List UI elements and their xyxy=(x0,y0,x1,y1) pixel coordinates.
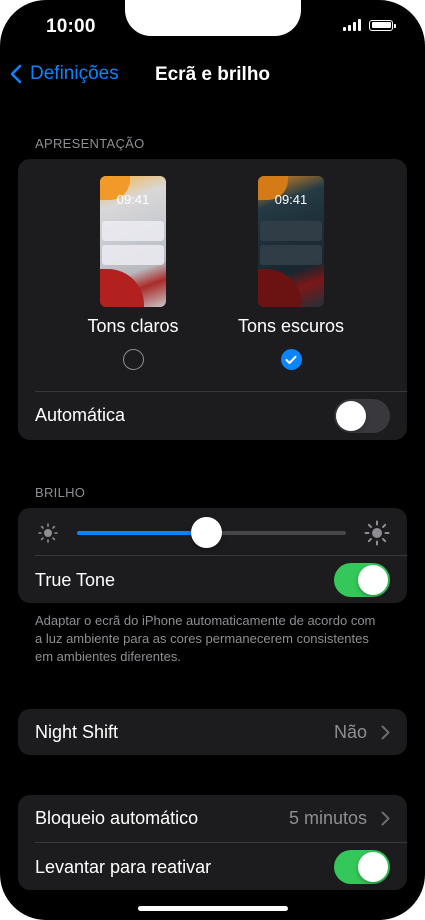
preview-clock: 09:41 xyxy=(116,192,150,207)
sun-small-icon xyxy=(38,523,58,543)
light-mode-radio[interactable] xyxy=(122,349,144,370)
preview-clock: 09:41 xyxy=(274,192,308,207)
auto-lock-row[interactable]: Bloqueio automático 5 minutos xyxy=(18,795,407,842)
dark-mode-label: Tons escuros xyxy=(237,316,345,336)
true-tone-toggle[interactable] xyxy=(334,563,390,597)
separator xyxy=(35,842,407,843)
true-tone-footnote: Adaptar o ecrã do iPhone automaticamente… xyxy=(35,613,376,664)
night-shift-label: Night Shift xyxy=(35,722,119,742)
auto-lock-label: Bloqueio automático xyxy=(35,808,199,828)
brightness-slider-fill xyxy=(77,531,207,535)
light-mode-label: Tons claros xyxy=(87,316,179,336)
dark-mode-radio[interactable] xyxy=(280,349,302,370)
cellular-signal-icon xyxy=(343,19,361,31)
raise-to-wake-toggle[interactable] xyxy=(334,850,390,884)
separator xyxy=(35,555,407,556)
raise-to-wake-label: Levantar para reativar xyxy=(35,857,212,877)
automatic-label: Automática xyxy=(35,405,126,425)
automatic-toggle[interactable] xyxy=(334,399,390,433)
status-icons xyxy=(343,19,396,31)
section-header-appearance: APRESENTAÇÃO xyxy=(35,136,145,151)
true-tone-label: True Tone xyxy=(35,570,116,590)
home-indicator[interactable] xyxy=(138,906,288,911)
chevron-right-icon xyxy=(381,725,390,740)
notch xyxy=(125,0,301,36)
lock-group: Bloqueio automático 5 minutos Levantar p… xyxy=(18,795,407,890)
chevron-right-icon xyxy=(381,811,390,826)
checkmark-icon xyxy=(285,355,297,364)
sun-large-icon xyxy=(364,520,390,546)
light-mode-preview: 09:41 xyxy=(100,176,166,307)
night-shift-row[interactable]: Night Shift Não xyxy=(18,709,407,755)
appearance-group: 09:41 Tons claros 09:41 Tons escuros Aut… xyxy=(18,159,407,440)
section-header-brightness: BRILHO xyxy=(35,485,86,500)
brightness-slider[interactable] xyxy=(77,517,346,548)
separator xyxy=(35,391,407,392)
appearance-option-dark[interactable]: 09:41 Tons escuros xyxy=(221,176,361,370)
battery-icon xyxy=(369,19,396,31)
night-shift-value: Não xyxy=(333,722,367,742)
phone-screen: 10:00 Definições Ecrã e brilho APRESENTA… xyxy=(0,0,425,920)
brightness-slider-knob[interactable] xyxy=(191,517,223,548)
dark-mode-preview: 09:41 xyxy=(258,176,324,307)
appearance-option-light[interactable]: 09:41 Tons claros xyxy=(63,176,203,370)
page-title: Ecrã e brilho xyxy=(154,64,271,85)
brightness-group: True Tone xyxy=(18,508,407,603)
status-time: 10:00 xyxy=(46,16,96,37)
auto-lock-value: 5 minutos xyxy=(288,808,367,828)
